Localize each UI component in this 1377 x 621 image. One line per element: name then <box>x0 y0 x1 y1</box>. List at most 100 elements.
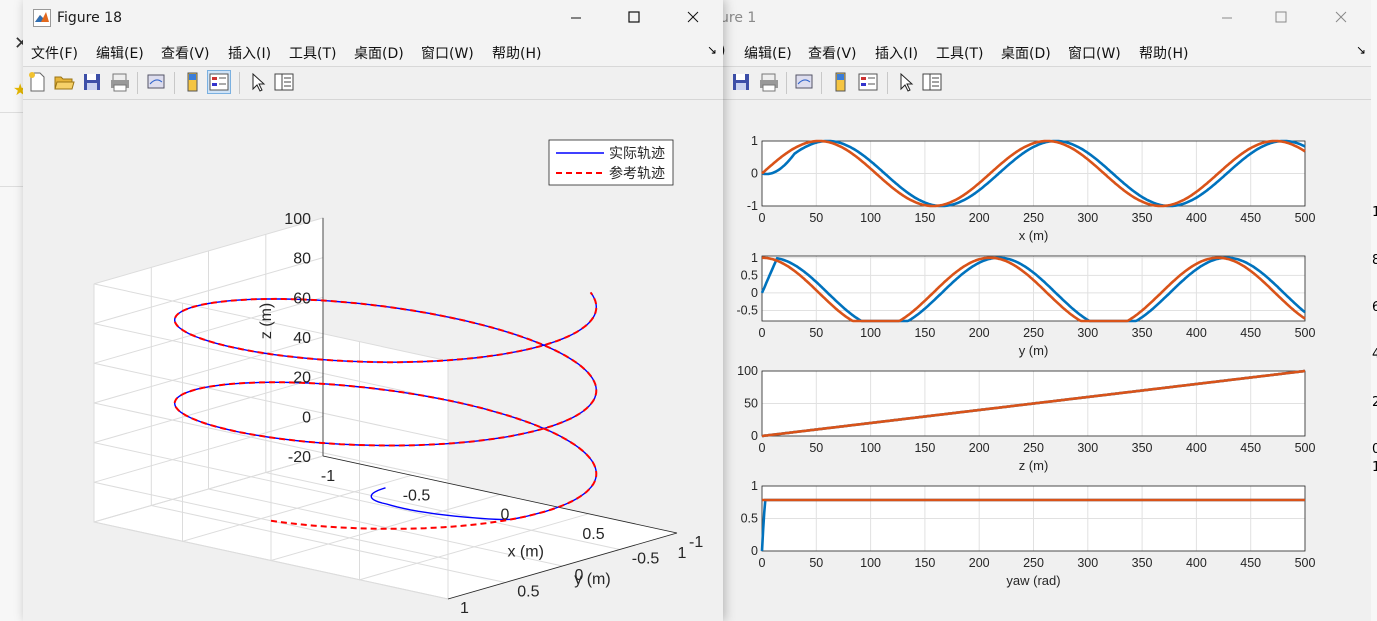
matlab-logo-icon <box>33 9 51 27</box>
x-tick-label: 450 <box>1240 211 1261 225</box>
toolbar-separator <box>821 72 822 94</box>
x-tick-label: 50 <box>809 441 823 455</box>
link-plot-icon[interactable] <box>793 71 815 93</box>
x-tick-label: 100 <box>860 556 881 570</box>
y-tick-label: 50 <box>744 397 758 411</box>
pointer-icon[interactable] <box>895 71 917 93</box>
menu-desktop[interactable]: 桌面(D) <box>1001 43 1051 63</box>
background-app-strip: ✕ ★ <box>0 0 29 621</box>
x-tick-label: 500 <box>1295 556 1316 570</box>
x-tick-label: 300 <box>1077 556 1098 570</box>
maximize-button[interactable] <box>611 0 657 36</box>
y-tick-label: 0 <box>751 544 758 558</box>
legend-icon[interactable] <box>207 70 231 94</box>
x-tick-label: 300 <box>1077 441 1098 455</box>
menu-file[interactable]: 文件(F) <box>31 43 78 63</box>
maximize-icon <box>628 11 640 23</box>
x-tick-label: -1 <box>321 468 335 485</box>
new-figure-icon[interactable] <box>26 71 48 93</box>
divider <box>0 112 24 113</box>
x-tick-label: 500 <box>1295 441 1316 455</box>
dock-arrow-icon[interactable]: ↘ <box>1356 43 1366 57</box>
x-tick-label: 150 <box>914 211 935 225</box>
x-tick-label: 300 <box>1077 326 1098 340</box>
x-tick-label: 350 <box>1132 211 1153 225</box>
figure1-window: ure 1 ) 编辑(E) 查看(V) 插入(I) 工具(T) 桌面(D) 窗口… <box>720 0 1371 621</box>
property-editor-icon[interactable] <box>273 71 295 93</box>
x-axis-label: x (m) <box>507 543 543 560</box>
subplots-area: 0 50 100 150 200 250 300 350 400 450 500-101x (m)0… <box>736 134 1316 588</box>
save-icon[interactable] <box>81 71 103 93</box>
x-tick-label: -0.5 <box>403 487 431 504</box>
menu-help[interactable]: 帮助(H) <box>492 43 541 63</box>
menu-view[interactable]: 查看(V) <box>161 43 210 63</box>
z-axis-label: z (m) <box>258 303 275 339</box>
minimize-button[interactable] <box>1204 0 1250 36</box>
x-tick-label: 250 <box>1023 326 1044 340</box>
toolbar-separator <box>786 72 787 94</box>
toolbar <box>23 67 723 100</box>
menu-edit[interactable]: 编辑(E) <box>96 43 144 63</box>
titlebar: Figure 18 <box>23 0 723 36</box>
menu-insert[interactable]: 插入(I) <box>228 43 271 63</box>
maximize-icon <box>1275 11 1287 23</box>
x-tick-label: 150 <box>914 556 935 570</box>
link-plot-icon[interactable] <box>145 71 167 93</box>
x-tick-label: 350 <box>1132 441 1153 455</box>
x-axis-label: x (m) <box>1019 228 1049 243</box>
close-button[interactable] <box>1318 0 1364 36</box>
background-edge: 1 8 6 4 2 0 1 <box>1371 0 1377 621</box>
menu-help[interactable]: 帮助(H) <box>1139 43 1188 63</box>
edge-label: 8 <box>1372 253 1377 268</box>
menu-desktop[interactable]: 桌面(D) <box>354 43 404 63</box>
x-tick-label: 450 <box>1240 326 1261 340</box>
legend-entry-reference: 参考轨迹 <box>609 165 665 181</box>
x-tick-label: 500 <box>1295 326 1316 340</box>
menu-window[interactable]: 窗口(W) <box>421 43 474 63</box>
close-button[interactable] <box>670 0 716 36</box>
menu-insert[interactable]: 插入(I) <box>875 43 918 63</box>
dock-arrow-icon[interactable]: ↘ <box>707 43 717 57</box>
open-file-icon[interactable] <box>53 71 75 93</box>
legend-icon[interactable] <box>857 71 879 93</box>
y-tick-label: 1 <box>751 479 758 493</box>
x-tick-label: 100 <box>860 326 881 340</box>
x-tick-label: 250 <box>1023 211 1044 225</box>
minimize-icon <box>1222 17 1232 19</box>
x-tick-label: 0 <box>501 507 510 524</box>
menu-edit[interactable]: 编辑(E) <box>744 43 792 63</box>
window-title: Figure 18 <box>57 10 123 26</box>
menu-window[interactable]: 窗口(W) <box>1068 43 1121 63</box>
titlebar: ure 1 <box>720 0 1371 36</box>
x-tick-label: 50 <box>809 556 823 570</box>
edge-label: 0 <box>1372 442 1377 457</box>
toolbar-separator <box>239 72 240 94</box>
x-tick-label: 150 <box>914 441 935 455</box>
save-icon[interactable] <box>730 71 752 93</box>
y-tick-label: -0.5 <box>632 551 660 568</box>
x-tick-label: 400 <box>1186 326 1207 340</box>
pointer-icon[interactable] <box>247 71 269 93</box>
x-tick-label: 450 <box>1240 441 1261 455</box>
window-title: ure 1 <box>720 10 757 26</box>
x-tick-label: 300 <box>1077 211 1098 225</box>
x-tick-label: 0 <box>759 326 766 340</box>
colorbar-icon[interactable] <box>181 71 203 93</box>
x-axis-label: z (m) <box>1019 458 1049 473</box>
print-icon[interactable] <box>758 71 780 93</box>
x-tick-label: 100 <box>860 211 881 225</box>
property-editor-icon[interactable] <box>921 71 943 93</box>
colorbar-icon[interactable] <box>829 71 851 93</box>
maximize-button[interactable] <box>1258 0 1304 36</box>
x-tick-label: 150 <box>914 326 935 340</box>
menu-tools[interactable]: 工具(T) <box>936 43 983 63</box>
edge-label: 6 <box>1372 300 1377 315</box>
x-tick-label: 200 <box>969 326 990 340</box>
print-icon[interactable] <box>109 71 131 93</box>
edge-label: 4 <box>1372 347 1377 362</box>
menu-tools[interactable]: 工具(T) <box>289 43 336 63</box>
menu-view[interactable]: 查看(V) <box>808 43 857 63</box>
plot3-axes: -20020406080100-1-0.500.51-1-0.500.51x (… <box>93 139 703 617</box>
minimize-button[interactable] <box>553 0 599 36</box>
x-tick-label: 200 <box>969 441 990 455</box>
